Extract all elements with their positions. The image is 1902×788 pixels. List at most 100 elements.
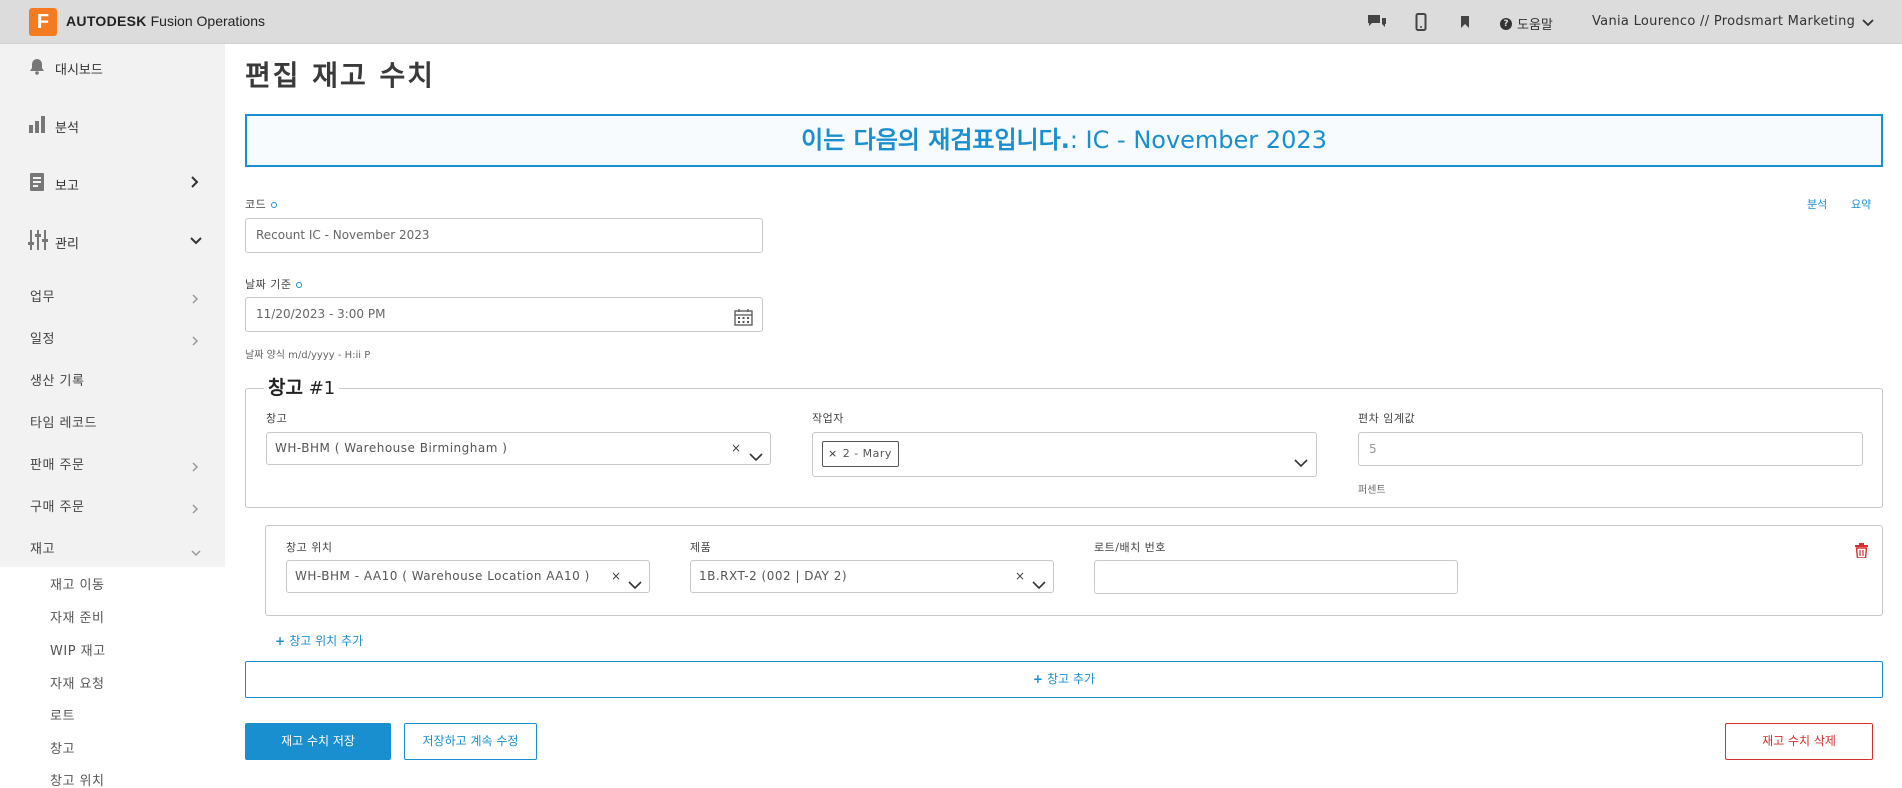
bar-chart-icon xyxy=(28,115,48,137)
warehouse-select[interactable]: WH-BHM ( Warehouse Birmingham ) × xyxy=(266,432,771,465)
brand-rest: Fusion Operations xyxy=(146,13,266,29)
save-button[interactable]: 재고 수치 저장 xyxy=(245,723,391,760)
page-title: 편집 재고 수치 xyxy=(245,59,436,92)
lot-label: 로트/배치 번호 xyxy=(1094,541,1166,554)
threshold-label: 편차 임계값 xyxy=(1358,412,1416,425)
analysis-link[interactable]: 분석 xyxy=(1807,196,1827,212)
sidebar-item-production-log[interactable]: 생산 기록 xyxy=(30,370,84,389)
mobile-icon[interactable] xyxy=(1410,12,1432,32)
sidebar-label: 분석 xyxy=(55,120,79,136)
date-label: 날짜 기준 xyxy=(245,276,303,292)
plus-icon: + xyxy=(275,634,290,648)
sidebar: 대시보드 분석 보고 관리 업무 일정 생산 기록 타임 레코드 판매 주문 구… xyxy=(0,44,225,788)
product-label: 제품 xyxy=(690,541,712,554)
clear-icon[interactable]: × xyxy=(1015,561,1026,592)
sidebar-item-inventory[interactable]: 재고 xyxy=(30,538,55,557)
location-label: 창고 위치 xyxy=(286,541,333,554)
top-bar: F AUTODESK Fusion Operations ? 도움말 Vania… xyxy=(0,0,1902,44)
brand-name: AUTODESK Fusion Operations xyxy=(66,13,265,29)
chevron-right-icon xyxy=(191,331,199,350)
add-location-label: 창고 위치 추가 xyxy=(289,634,364,648)
date-value: 11/20/2023 - 3:00 PM xyxy=(256,307,386,321)
chevron-right-icon xyxy=(191,289,199,308)
lot-input[interactable] xyxy=(1094,560,1458,594)
trash-icon[interactable] xyxy=(1855,543,1868,562)
add-location-link[interactable]: + 창고 위치 추가 xyxy=(275,632,363,649)
help-link[interactable]: ? 도움말 xyxy=(1500,14,1553,33)
calendar-icon[interactable] xyxy=(734,306,753,339)
sliders-icon xyxy=(28,230,48,254)
summary-link[interactable]: 요약 xyxy=(1851,196,1871,212)
bell-icon xyxy=(28,57,46,79)
sidebar-label: 관리 xyxy=(55,236,79,252)
chevron-down-icon[interactable] xyxy=(1862,14,1874,33)
required-icon xyxy=(271,202,278,208)
worker-tag-label: 2 - Mary xyxy=(842,447,892,460)
clear-icon[interactable]: × xyxy=(731,433,742,464)
brand-bold: AUTODESK xyxy=(66,13,147,29)
chevron-right-icon xyxy=(191,457,199,476)
code-label-text: 코드 xyxy=(245,198,267,211)
chevron-down-icon[interactable] xyxy=(749,443,763,474)
date-input[interactable]: 11/20/2023 - 3:00 PM xyxy=(245,297,763,332)
remove-tag-icon[interactable]: × xyxy=(828,447,838,460)
sidebar-subitem[interactable]: 창고 xyxy=(50,738,75,757)
chevron-down-icon xyxy=(190,235,202,250)
save-continue-button[interactable]: 저장하고 계속 수정 xyxy=(404,723,537,760)
worker-select[interactable]: × 2 - Mary xyxy=(812,432,1317,477)
worker-label: 작업자 xyxy=(812,412,844,425)
recount-banner: 이는 다음의 재검표입니다.: IC - November 2023 xyxy=(245,114,1883,167)
sidebar-subitem[interactable]: WIP 재고 xyxy=(50,640,106,659)
sidebar-item-time-records[interactable]: 타임 레코드 xyxy=(30,412,97,431)
chevron-down-icon[interactable] xyxy=(1294,449,1308,480)
clear-icon[interactable]: × xyxy=(611,561,622,592)
delete-button[interactable]: 재고 수치 삭제 xyxy=(1725,723,1873,760)
chevron-down-icon[interactable] xyxy=(1032,571,1046,602)
warehouse-value: WH-BHM ( Warehouse Birmingham ) xyxy=(275,441,508,455)
banner-suffix: : IC - November 2023 xyxy=(1069,126,1327,154)
sidebar-subitem[interactable]: 창고 위치 xyxy=(50,770,104,788)
sidebar-label: 보고 xyxy=(55,178,79,194)
sidebar-item-tasks[interactable]: 업무 xyxy=(30,286,55,305)
sidebar-subitem[interactable]: 재고 이동 xyxy=(50,574,104,593)
threshold-input[interactable]: 5 xyxy=(1358,432,1863,466)
user-menu[interactable]: Vania Lourenco // Prodsmart Marketing xyxy=(1592,14,1855,29)
code-label: 코드 xyxy=(245,196,278,212)
sidebar-subitem[interactable]: 로트 xyxy=(50,705,75,724)
sidebar-item-purchase-orders[interactable]: 구매 주문 xyxy=(30,496,84,515)
sidebar-item-schedule[interactable]: 일정 xyxy=(30,328,55,347)
legend-number: #1 xyxy=(302,378,336,399)
sidebar-label: 대시보드 xyxy=(55,62,103,78)
warehouse-label: 창고 xyxy=(266,412,288,425)
sidebar-item-sales-orders[interactable]: 판매 주문 xyxy=(30,454,84,473)
required-icon xyxy=(296,282,303,288)
question-icon: ? xyxy=(1500,17,1512,30)
warehouse-legend: 창고 #1 xyxy=(264,373,340,400)
sidebar-item-reports[interactable]: 보고 xyxy=(0,170,225,198)
add-warehouse-button[interactable]: + 창고 추가 xyxy=(245,661,1883,698)
worker-tag[interactable]: × 2 - Mary xyxy=(822,441,899,467)
chevron-down-icon[interactable] xyxy=(628,571,642,602)
add-warehouse-label: 창고 추가 xyxy=(1047,672,1096,686)
chevron-right-icon xyxy=(191,499,199,518)
sidebar-subitem[interactable]: 자재 준비 xyxy=(50,607,104,626)
banner-prefix: 이는 다음의 재검표입니다. xyxy=(801,126,1070,154)
product-value: 1B.RXT-2 (002 | DAY 2) xyxy=(699,569,848,583)
fusion-logo[interactable]: F xyxy=(29,8,57,36)
chat-icon[interactable] xyxy=(1366,12,1388,32)
plus-icon: + xyxy=(1032,672,1048,686)
threshold-unit-hint: 퍼센트 xyxy=(1358,485,1386,496)
location-select[interactable]: WH-BHM - AA10 ( Warehouse Location AA10 … xyxy=(286,560,650,593)
bookmark-icon[interactable] xyxy=(1454,12,1476,32)
sidebar-subitem[interactable]: 자재 요청 xyxy=(50,673,104,692)
sidebar-item-analysis[interactable]: 분석 xyxy=(0,112,225,140)
product-select[interactable]: 1B.RXT-2 (002 | DAY 2) × xyxy=(690,560,1054,593)
sidebar-item-management[interactable]: 관리 xyxy=(0,228,225,256)
legend-text: 창고 xyxy=(268,377,303,399)
location-value: WH-BHM - AA10 ( Warehouse Location AA10 … xyxy=(295,569,590,583)
report-icon xyxy=(28,172,48,196)
chevron-right-icon xyxy=(190,176,200,192)
code-input[interactable]: Recount IC - November 2023 xyxy=(245,218,763,253)
date-label-text: 날짜 기준 xyxy=(245,278,292,291)
sidebar-item-dashboard[interactable]: 대시보드 xyxy=(0,54,225,82)
